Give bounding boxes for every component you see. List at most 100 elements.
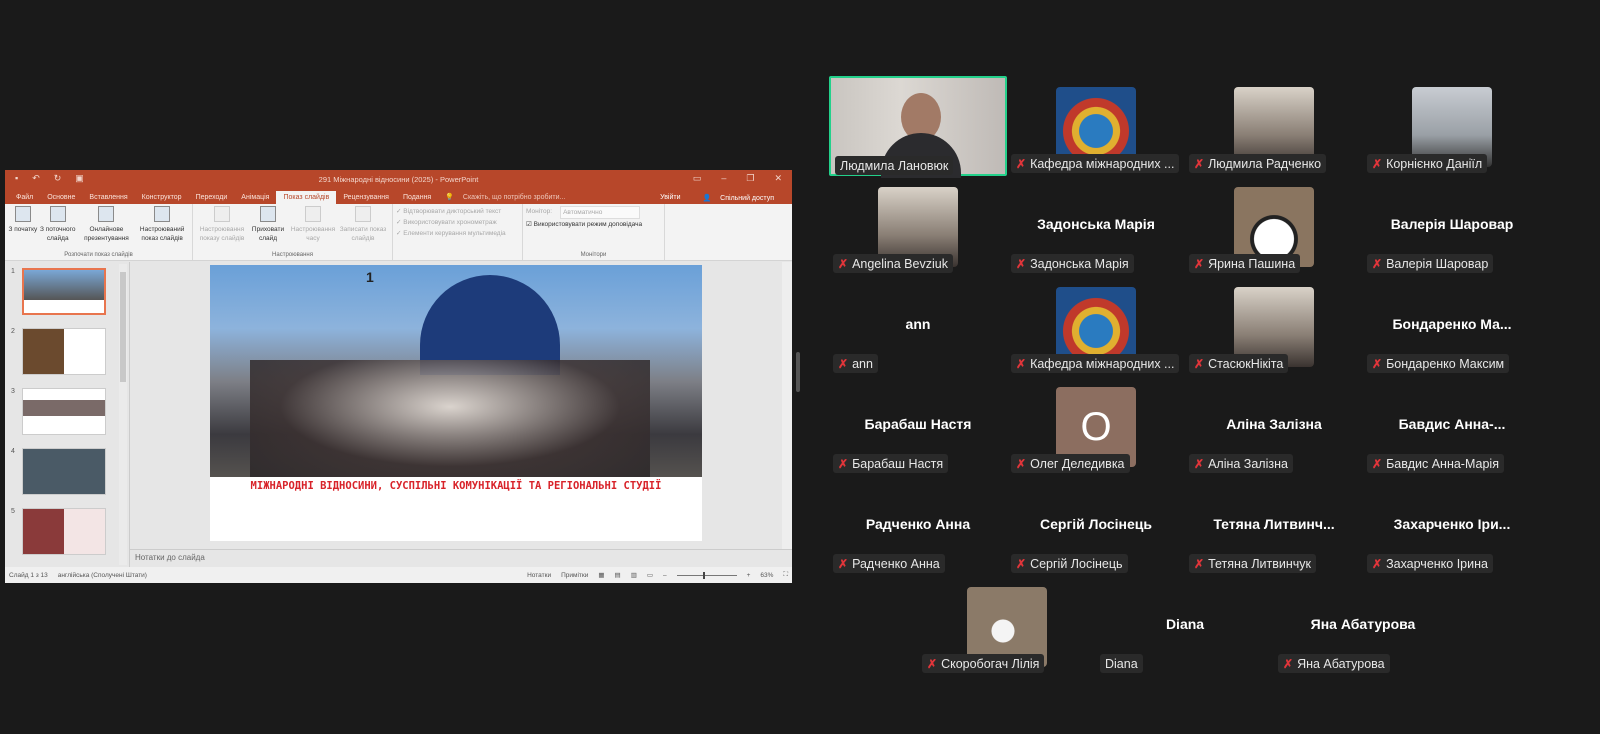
tab-file[interactable]: Файл (9, 191, 40, 204)
minimize-icon[interactable]: – (721, 173, 726, 184)
zoom-level[interactable]: 63% (760, 572, 773, 579)
participant-name: СтасюкНікіта (1208, 356, 1284, 371)
language-indicator[interactable]: англійська (Сполучені Штати) (58, 572, 147, 579)
use-timings-checkbox[interactable]: ✓ Використовувати хронометраж (396, 217, 519, 228)
participant-tile[interactable]: Захарченко Іри... ✗ Захарченко Ірина (1363, 476, 1541, 576)
tab-transitions[interactable]: Переходи (189, 191, 235, 204)
mic-muted-icon: ✗ (838, 256, 849, 271)
tell-me-box[interactable]: 💡 Скажіть, що потрібно зробити... (438, 190, 579, 204)
hide-slide-button[interactable]: Приховати слайд (248, 206, 288, 258)
slide-editor[interactable]: 1 МІЖНАРОДНІ ВІДНОСИНИ, СУСПІЛЬНІ КОМУНІ… (130, 262, 792, 567)
tab-insert[interactable]: Вставлення (82, 191, 134, 204)
slide-thumbnail[interactable] (22, 328, 106, 375)
notes-button[interactable]: Нотатки (527, 572, 551, 579)
comments-button[interactable]: Примітки (561, 572, 588, 579)
slide-scrollbar[interactable] (782, 262, 792, 549)
participant-name: Корнієнко Даніїл (1386, 156, 1483, 171)
participant-name: Тетяна Литвинчук (1208, 556, 1312, 571)
participant-tile[interactable]: Людмила Лановюк (829, 76, 1007, 178)
title-bar: ▪ ↶ ↻ ▣ 291 Міжнародні відносини (2025) - P… (5, 170, 792, 188)
normal-view-icon[interactable]: ▦ (598, 571, 604, 579)
participant-tile[interactable]: Бавдис Анна-... ✗ Бавдис Анна-Марія (1363, 376, 1541, 476)
participant-tile[interactable]: ✗ Кафедра міжнародних ... (1007, 276, 1185, 376)
record-show-button[interactable]: Записати показ слайдів (338, 206, 388, 258)
zoom-slider[interactable] (676, 571, 737, 579)
participant-tile[interactable]: Тетяна Литвинч... ✗ Тетяна Литвинчук (1185, 476, 1363, 576)
from-beginning-button[interactable]: З початку (8, 206, 38, 258)
participant-tile[interactable]: О ✗ Олег Деледивка (1007, 376, 1185, 476)
participant-display-name: ann (905, 316, 931, 332)
current-slide[interactable]: 1 МІЖНАРОДНІ ВІДНОСИНИ, СУСПІЛЬНІ КОМУНІ… (210, 265, 702, 541)
participant-name-label: ✗ Angelina Bevziuk (833, 254, 953, 273)
group-setup: Настроювання показу слайдів Приховати сл… (193, 204, 393, 260)
participant-name-label: ✗ Кафедра міжнародних ... (1011, 354, 1180, 373)
monitor-select[interactable]: Автоматично (560, 206, 641, 219)
participant-tile[interactable]: ✗ Корнієнко Даніїл (1363, 76, 1541, 176)
from-current-button[interactable]: З поточного слайда (38, 206, 78, 258)
setup-show-button[interactable]: Настроювання показу слайдів (196, 206, 248, 258)
maximize-icon[interactable]: ❐ (746, 173, 754, 184)
participant-tile[interactable]: Яна Абатурова ✗ Яна Абатурова (1274, 576, 1452, 676)
split-view-handle[interactable] (796, 352, 800, 392)
tab-view[interactable]: Подання (396, 191, 438, 204)
participant-tile[interactable]: ✗ Кафедра міжнародних ... (1007, 76, 1185, 176)
participant-tile[interactable]: ann ✗ ann (829, 276, 1007, 376)
play-narrations-checkbox[interactable]: ✓ Відтворювати дикторський текст (396, 206, 519, 217)
mic-muted-icon: ✗ (1194, 356, 1205, 371)
participant-tile[interactable]: Радченко Анна ✗ Радченко Анна (829, 476, 1007, 576)
participant-tile[interactable]: Бондаренко Ма... ✗ Бондаренко Максим (1363, 276, 1541, 376)
rehearse-timings-button[interactable]: Настроювання часу (288, 206, 338, 258)
reading-view-icon[interactable]: ▥ (631, 571, 637, 579)
participant-tile[interactable]: Сергій Лосінець ✗ Сергій Лосінець (1007, 476, 1185, 576)
tab-review[interactable]: Рецензування (336, 191, 396, 204)
close-icon[interactable]: ✕ (774, 173, 782, 184)
presenter-view-checkbox[interactable]: ☑ Використовувати режим доповідача (526, 219, 661, 230)
group-monitors: Монітор: Автоматично ☑ Використовувати ре… (523, 204, 665, 260)
tab-slideshow[interactable]: Показ слайдів (276, 191, 337, 204)
sorter-view-icon[interactable]: ▤ (615, 571, 621, 579)
share-button[interactable]: 👤 Спільний доступ (696, 191, 789, 205)
slide-number: 1 (11, 268, 15, 275)
slide-thumbnail[interactable] (22, 448, 106, 495)
participant-tile[interactable]: Барабаш Настя ✗ Барабаш Настя (829, 376, 1007, 476)
participant-display-name: Бавдис Анна-... (1398, 416, 1506, 432)
sign-in-link[interactable]: Увійти (653, 191, 687, 205)
participant-tile[interactable]: Валерія Шаровар ✗ Валерія Шаровар (1363, 176, 1541, 276)
ribbon-options-icon[interactable]: ▭ (693, 173, 702, 184)
status-bar: Слайд 1 з 13 англійська (Сполучені Штати… (5, 567, 792, 583)
slide-thumbnail[interactable] (22, 268, 106, 315)
tab-home[interactable]: Основне (40, 191, 82, 204)
participant-display-name: Радченко Анна (865, 516, 971, 532)
notes-pane[interactable]: Нотатки до слайда (130, 549, 792, 567)
online-present-button[interactable]: Онлайнове презентування (78, 206, 136, 258)
mic-muted-icon: ✗ (1016, 456, 1027, 471)
participant-display-name: Тетяна Литвинч... (1213, 516, 1335, 532)
participant-name-label: Diana (1100, 654, 1143, 673)
zoom-out-icon[interactable]: – (663, 572, 667, 579)
participant-tile[interactable]: Diana Diana (1096, 576, 1274, 676)
participant-tile[interactable]: ✗ Скоробогач Лілія (918, 576, 1096, 676)
participant-tile[interactable]: ✗ Людмила Радченко (1185, 76, 1363, 176)
tab-design[interactable]: Конструктор (135, 191, 189, 204)
participant-display-name: Яна Абатурова (1310, 616, 1416, 632)
slide-thumbnail[interactable] (22, 388, 106, 435)
fit-slide-icon[interactable]: ⛶ (783, 571, 788, 579)
participant-tile[interactable]: Задонська Марія ✗ Задонська Марія (1007, 176, 1185, 276)
participant-tile[interactable]: ✗ Ярина Пашина (1185, 176, 1363, 276)
slide-title[interactable]: МІЖНАРОДНІ ВІДНОСИНИ, СУСПІЛЬНІ КОМУНІКА… (210, 480, 702, 493)
participant-display-name: Аліна Залізна (1226, 416, 1322, 432)
thumbnails-scrollbar[interactable] (119, 264, 127, 565)
participant-name-label: ✗ Олег Деледивка (1011, 454, 1130, 473)
media-controls-checkbox[interactable]: ✓ Елементи керування мультимедіа (396, 228, 519, 239)
slide-thumbnails-pane[interactable]: 1 2 3 4 5 (5, 262, 130, 567)
slide-thumbnail[interactable] (22, 508, 106, 555)
tab-animations[interactable]: Анімація (234, 191, 276, 204)
participant-tile[interactable]: ✗ СтасюкНікіта (1185, 276, 1363, 376)
participant-tile[interactable]: Аліна Залізна ✗ Аліна Залізна (1185, 376, 1363, 476)
slideshow-view-icon[interactable]: ▭ (647, 571, 653, 579)
slide-number: 2 (11, 328, 15, 335)
zoom-in-icon[interactable]: + (747, 572, 751, 579)
participant-name: Валерія Шаровар (1386, 256, 1489, 271)
participant-tile[interactable]: ✗ Angelina Bevziuk (829, 176, 1007, 276)
custom-show-button[interactable]: Настроюваний показ слайдів (135, 206, 189, 258)
